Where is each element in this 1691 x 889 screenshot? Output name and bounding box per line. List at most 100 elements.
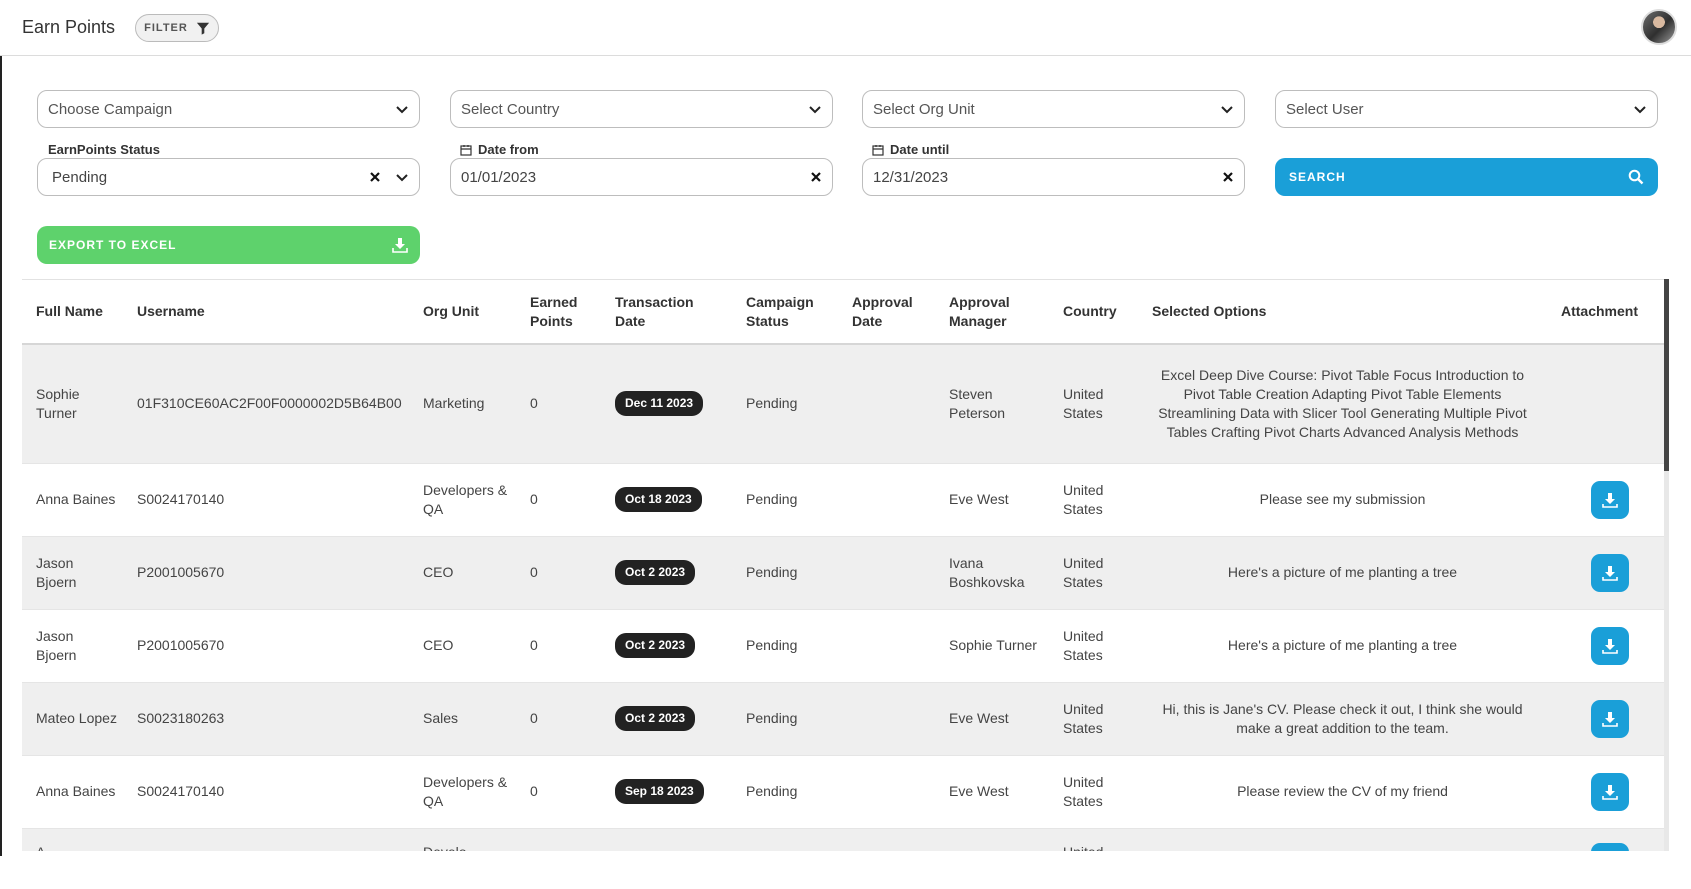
date-badge: Oct 2 2023 xyxy=(615,706,696,731)
clear-icon[interactable] xyxy=(810,171,822,183)
column-header[interactable]: Earned Points xyxy=(516,280,601,345)
filter-button[interactable]: FILTER xyxy=(135,14,219,42)
column-header[interactable]: Transaction Date xyxy=(601,280,732,345)
cell-selected-options: Please see my submission xyxy=(1138,463,1547,537)
download-attachment-button[interactable] xyxy=(1591,480,1629,519)
cell-username: S0024170140 xyxy=(123,755,409,829)
cell-org-unit: CEO xyxy=(409,609,516,683)
cell-attachment xyxy=(1547,682,1665,756)
cell-date: Sep 18 2023 xyxy=(601,755,732,829)
cell-full-name: Anna Baines xyxy=(22,463,123,537)
cell-points: 0 xyxy=(516,755,601,829)
column-header[interactable]: Selected Options xyxy=(1138,280,1547,345)
cell-username: P2001005670 xyxy=(123,609,409,683)
download-icon xyxy=(392,238,408,253)
org-unit-select[interactable]: Select Org Unit xyxy=(862,90,1245,128)
date-until-label: Date until xyxy=(868,142,954,157)
user-select[interactable]: Select User xyxy=(1275,90,1658,128)
column-header[interactable]: Attachment xyxy=(1547,280,1665,345)
cell-status: Pending xyxy=(732,536,838,610)
date-badge: Oct 18 2023 xyxy=(615,487,702,512)
download-attachment-button[interactable] xyxy=(1591,842,1629,851)
table-row[interactable]: Jason Bjoern P2001005670 CEO 0 Oct 2 202… xyxy=(22,609,1665,683)
cell-date: Oct 2 2023 xyxy=(601,682,732,756)
cell-selected-options: Here's a picture of me planting a tree xyxy=(1138,609,1547,683)
column-header[interactable]: Org Unit xyxy=(409,280,516,345)
cell-attachment xyxy=(1547,536,1665,610)
cell-status: Pending xyxy=(732,609,838,683)
cell-manager: Ivana Boshkovska xyxy=(935,536,1049,610)
clear-icon[interactable] xyxy=(1222,171,1234,183)
cell-date: Oct 18 2023 xyxy=(601,463,732,537)
column-header[interactable]: Approval Manager xyxy=(935,280,1049,345)
status-select-value: Pending xyxy=(52,168,108,186)
column-header[interactable]: Country xyxy=(1049,280,1138,345)
cell-org-unit: Develo xyxy=(409,828,516,851)
user-avatar[interactable] xyxy=(1641,9,1677,45)
cell-country: United States xyxy=(1049,609,1138,683)
download-attachment-button[interactable] xyxy=(1591,626,1629,665)
table-row[interactable]: Anna Baines S0024170140 Developers & QA … xyxy=(22,755,1665,829)
cell-full-name: Anna Baines xyxy=(22,755,123,829)
date-from-value: 01/01/2023 xyxy=(461,168,537,186)
cell-username xyxy=(123,828,409,851)
cell-attachment xyxy=(1547,755,1665,829)
cell-status: Pending xyxy=(732,463,838,537)
country-select[interactable]: Select Country xyxy=(450,90,833,128)
calendar-icon xyxy=(460,144,472,156)
table-row[interactable]: Mateo Lopez S0023180263 Sales 0 Oct 2 20… xyxy=(22,682,1665,756)
cell-country: United States xyxy=(1049,463,1138,537)
cell-date: Oct 2 2023 xyxy=(601,609,732,683)
filter-label: FILTER xyxy=(144,22,188,34)
cell-points: 0 xyxy=(516,463,601,537)
search-button-label: SEARCH xyxy=(1289,170,1346,184)
status-label: EarnPoints Status xyxy=(44,142,164,157)
cell-full-name: A xyxy=(22,828,123,851)
table-header-row: Full Name Username Org Unit Earned Point… xyxy=(22,280,1665,345)
top-bar: Earn Points FILTER xyxy=(0,0,1691,56)
cell-manager xyxy=(935,828,1049,851)
cell-username: 01F310CE60AC2F00F0000002D5B64B00 xyxy=(123,344,409,464)
cell-selected-options xyxy=(1138,828,1547,851)
status-select[interactable]: Pending xyxy=(37,158,420,196)
column-header[interactable]: Campaign Status xyxy=(732,280,838,345)
date-from-input[interactable]: 01/01/2023 xyxy=(450,158,833,196)
cell-status: Pending xyxy=(732,682,838,756)
cell-username: S0023180263 xyxy=(123,682,409,756)
table-row[interactable]: Jason Bjoern P2001005670 CEO 0 Oct 2 202… xyxy=(22,536,1665,610)
chevron-down-icon xyxy=(809,106,821,114)
cell-full-name: Jason Bjoern xyxy=(22,536,123,610)
cell-date: Oct 2 2023 xyxy=(601,536,732,610)
column-header[interactable]: Username xyxy=(123,280,409,345)
cell-org-unit: CEO xyxy=(409,536,516,610)
download-icon xyxy=(1602,492,1618,508)
table-row[interactable]: Sophie Turner 01F310CE60AC2F00F0000002D5… xyxy=(22,344,1665,464)
download-attachment-button[interactable] xyxy=(1591,772,1629,811)
column-header[interactable]: Approval Date xyxy=(838,280,935,345)
cell-manager: Eve West xyxy=(935,463,1049,537)
date-until-value: 12/31/2023 xyxy=(873,168,949,186)
table-scrollbar-thumb[interactable] xyxy=(1664,279,1669,471)
cell-manager: Eve West xyxy=(935,755,1049,829)
cell-selected-options: Here's a picture of me planting a tree xyxy=(1138,536,1547,610)
date-badge: Dec 11 2023 xyxy=(615,391,704,417)
org-unit-select-placeholder: Select Org Unit xyxy=(873,100,975,118)
cell-full-name: Sophie Turner xyxy=(22,344,123,464)
download-attachment-button[interactable] xyxy=(1591,699,1629,738)
export-excel-button[interactable]: EXPORT TO EXCEL xyxy=(37,226,420,264)
search-button[interactable]: SEARCH xyxy=(1275,158,1658,196)
cell-manager: Steven Peterson xyxy=(935,344,1049,464)
date-until-input[interactable]: 12/31/2023 xyxy=(862,158,1245,196)
date-badge: Sep 18 2023 xyxy=(615,779,704,804)
user-select-placeholder: Select User xyxy=(1286,100,1364,118)
column-header[interactable]: Full Name xyxy=(22,280,123,345)
cell-approval-date xyxy=(838,344,935,464)
table-row[interactable]: Anna Baines S0024170140 Developers & QA … xyxy=(22,463,1665,537)
download-attachment-button[interactable] xyxy=(1591,553,1629,592)
clear-icon[interactable] xyxy=(369,171,381,183)
page-title: Earn Points xyxy=(22,17,116,37)
country-select-placeholder: Select Country xyxy=(461,100,560,118)
campaign-select[interactable]: Choose Campaign xyxy=(37,90,420,128)
cell-full-name: Jason Bjoern xyxy=(22,609,123,683)
table-row[interactable]: A Develo United xyxy=(22,828,1665,851)
